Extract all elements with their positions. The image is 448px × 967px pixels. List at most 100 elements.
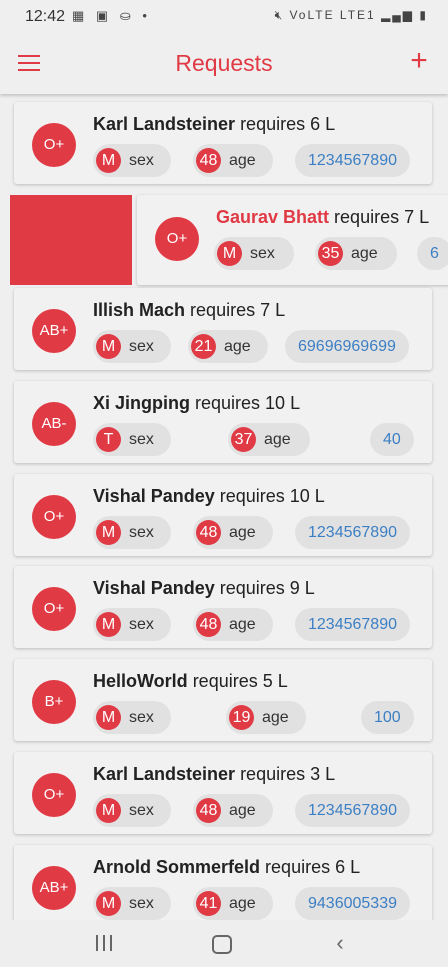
requests-list[interactable]: O+ Karl Landsteiner requires 6 L Msex 48…: [0, 94, 448, 920]
sex-label: sex: [129, 431, 154, 448]
swipe-delete-background[interactable]: [10, 195, 132, 285]
phone-chip[interactable]: 40: [370, 423, 414, 456]
status-right-icons: 🔇︎ VoLTE LTE1 ▂▄▆ ▮: [275, 8, 428, 23]
age-value: 48: [196, 148, 221, 173]
sex-label: sex: [250, 245, 275, 262]
age-chip: 35 age: [315, 237, 397, 270]
home-icon[interactable]: [202, 932, 242, 956]
request-title: HelloWorld requires 5 L: [93, 671, 288, 692]
sex-chip: Msex: [93, 608, 171, 641]
age-label: age: [229, 895, 256, 912]
phone-chip[interactable]: 1234567890: [295, 794, 410, 827]
request-card[interactable]: B+ HelloWorld requires 5 L Msex 19 age 10…: [14, 659, 432, 741]
age-label: age: [262, 709, 289, 726]
request-title: Gaurav Bhatt requires 7 L: [216, 207, 429, 228]
age-value: 48: [196, 612, 221, 637]
request-card[interactable]: AB+ Illish Mach requires 7 L Msex 21 age …: [14, 288, 432, 370]
age-value: 19: [229, 705, 254, 730]
status-bar: 12:42 ▦ ▣ ⛀ • 🔇︎ VoLTE LTE1 ▂▄▆ ▮: [0, 0, 448, 34]
sex-chip: Msex: [93, 887, 171, 920]
request-title: Illish Mach requires 7 L: [93, 300, 285, 321]
requirement-text: requires 5 L: [192, 671, 288, 691]
signal-icon: ▂▄▆: [381, 8, 415, 22]
dot-icon: •: [142, 8, 151, 23]
request-card[interactable]: O+ Karl Landsteiner requires 3 L Msex 48…: [14, 752, 432, 834]
phone-chip[interactable]: 100: [361, 701, 414, 734]
age-label: age: [224, 338, 251, 355]
sex-label: sex: [129, 152, 154, 169]
sex-chip: Msex: [93, 794, 171, 827]
sex-chip: Msex: [93, 701, 171, 734]
age-label: age: [229, 616, 256, 633]
back-icon[interactable]: ‹: [320, 932, 360, 956]
request-card[interactable]: AB+ Arnold Sommerfeld requires 6 L Msex …: [14, 845, 432, 920]
sex-chip: Msex: [93, 516, 171, 549]
age-label: age: [264, 431, 291, 448]
sex-value: M: [96, 891, 121, 916]
sex-chip: Msex: [214, 237, 294, 270]
add-request-button[interactable]: +: [406, 46, 432, 76]
age-value: 21: [191, 334, 216, 359]
blood-group-avatar: AB-: [32, 402, 76, 446]
age-chip: 48 age: [193, 794, 273, 827]
blood-group-avatar: O+: [32, 495, 76, 539]
sex-chip: Msex: [93, 144, 171, 177]
request-card[interactable]: O+ Karl Landsteiner requires 6 L Msex 48…: [14, 102, 432, 184]
app-badge-icon: ▣: [95, 8, 113, 23]
age-label: age: [351, 245, 378, 262]
recents-icon[interactable]: [84, 932, 124, 956]
request-card[interactable]: O+ Vishal Pandey requires 9 L Msex 48 age…: [14, 566, 432, 648]
age-value: 35: [318, 241, 343, 266]
age-label: age: [229, 152, 256, 169]
system-nav-bar: ‹: [0, 920, 448, 967]
age-label: age: [229, 524, 256, 541]
sex-value: M: [96, 334, 121, 359]
blood-group-avatar: AB+: [32, 309, 76, 353]
sex-value: T: [96, 427, 121, 452]
blood-group-avatar: AB+: [32, 866, 76, 910]
status-time: 12:42: [25, 8, 66, 25]
sex-value: M: [96, 705, 121, 730]
phone-chip[interactable]: 1234567890: [295, 144, 410, 177]
age-label: age: [229, 802, 256, 819]
requester-name: HelloWorld: [93, 671, 188, 691]
age-value: 41: [196, 891, 221, 916]
requester-name: Karl Landsteiner: [93, 764, 236, 784]
blood-group-avatar: O+: [155, 217, 199, 261]
sex-label: sex: [129, 524, 154, 541]
sex-value: M: [96, 520, 121, 545]
requirement-text: requires 9 L: [219, 578, 315, 598]
blood-group-avatar: O+: [32, 123, 76, 167]
phone-chip[interactable]: 69696969699: [285, 330, 409, 363]
requester-name: Vishal Pandey: [93, 486, 215, 506]
requirement-text: requires 10 L: [195, 393, 301, 413]
phone-chip[interactable]: 9436005339: [295, 887, 410, 920]
status-left-icons: ▦ ▣ ⛀ •: [72, 8, 151, 24]
requirement-text: requires 6 L: [265, 857, 361, 877]
age-chip: 37 age: [228, 423, 310, 456]
sex-value: M: [96, 798, 121, 823]
requester-name: Gaurav Bhatt: [216, 207, 330, 227]
blood-group-avatar: B+: [32, 680, 76, 724]
request-card[interactable]: O+ Vishal Pandey requires 10 L Msex 48 ag…: [14, 474, 432, 556]
phone-chip[interactable]: 1234567890: [295, 608, 410, 641]
sex-label: sex: [129, 895, 154, 912]
sex-value: M: [96, 148, 121, 173]
request-title: Xi Jingping requires 10 L: [93, 393, 300, 414]
phone-chip[interactable]: 6: [417, 237, 448, 270]
blood-group-avatar: O+: [32, 587, 76, 631]
sex-label: sex: [129, 709, 154, 726]
request-title: Vishal Pandey requires 9 L: [93, 578, 315, 599]
request-title: Vishal Pandey requires 10 L: [93, 486, 325, 507]
sex-chip: Tsex: [93, 423, 171, 456]
request-title: Karl Landsteiner requires 3 L: [93, 764, 335, 785]
age-chip: 48 age: [193, 516, 273, 549]
requirement-text: requires 10 L: [219, 486, 325, 506]
sex-label: sex: [129, 616, 154, 633]
sex-label: sex: [129, 802, 154, 819]
incognito-icon: ⛀: [119, 8, 135, 23]
volte-icon: VoLTE LTE1: [289, 8, 376, 22]
request-card[interactable]: AB- Xi Jingping requires 10 L Tsex 37 age…: [14, 381, 432, 463]
request-card-swiped[interactable]: O+ Gaurav Bhatt requires 7 L Msex 35 age …: [137, 195, 448, 285]
phone-chip[interactable]: 1234567890: [295, 516, 410, 549]
